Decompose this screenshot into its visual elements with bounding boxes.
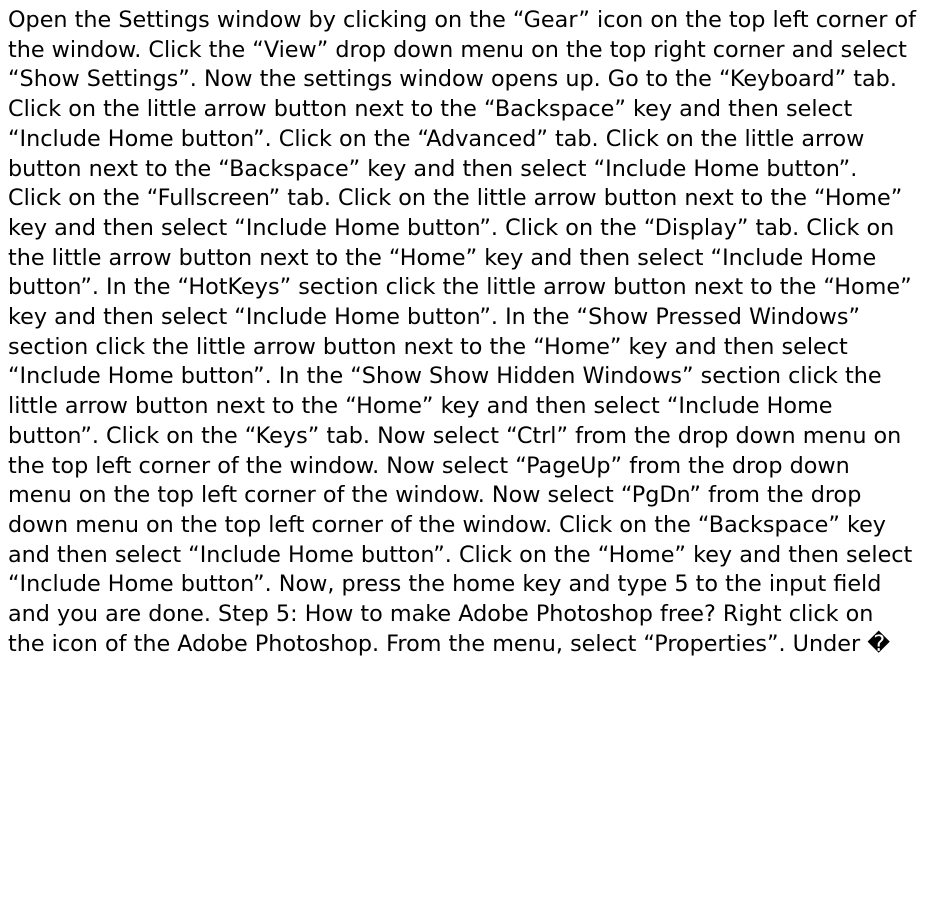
body-paragraph: Open the Settings window by clicking on …	[8, 7, 917, 657]
document-page: Open the Settings window by clicking on …	[0, 0, 927, 900]
